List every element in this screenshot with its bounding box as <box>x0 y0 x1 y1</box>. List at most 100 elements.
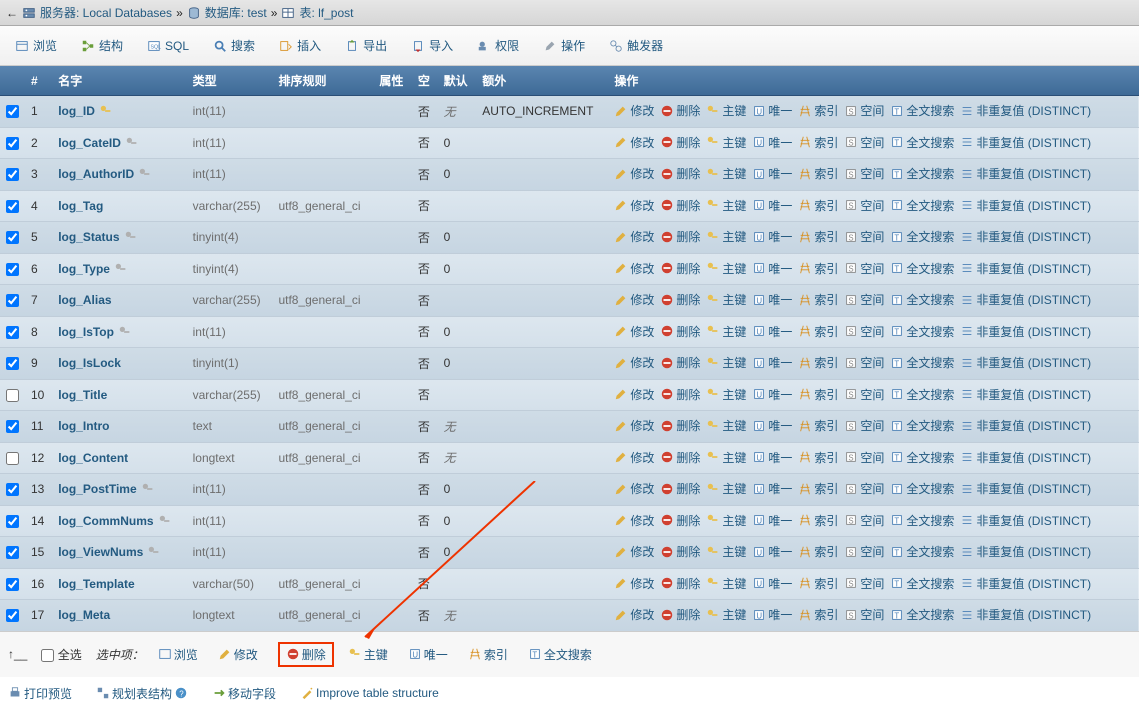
table-row[interactable]: 17log_Meta longtextutf8_general_ci否无修改删除… <box>0 600 1139 631</box>
action-unique[interactable]: U唯一 <box>752 260 792 277</box>
action-change[interactable]: 修改 <box>614 165 654 182</box>
action-drop[interactable]: 删除 <box>660 228 700 245</box>
action-spatial[interactable]: S空间 <box>844 575 884 592</box>
action-unique[interactable]: U唯一 <box>752 386 792 403</box>
normalize-link[interactable]: 规划表结构 ? <box>96 685 188 702</box>
action-spatial[interactable]: S空间 <box>844 512 884 529</box>
action-primary[interactable]: 主键 <box>706 512 746 529</box>
row-checkbox[interactable] <box>6 326 19 339</box>
action-spatial[interactable]: S空间 <box>844 323 884 340</box>
action-distinct[interactable]: 非重复值 (DISTINCT) <box>960 291 1091 308</box>
action-drop[interactable]: 删除 <box>660 260 700 277</box>
row-checkbox[interactable] <box>6 515 19 528</box>
sel-drop[interactable]: 删除 <box>286 646 326 663</box>
action-spatial[interactable]: S空间 <box>844 386 884 403</box>
action-change[interactable]: 修改 <box>614 134 654 151</box>
action-unique[interactable]: U唯一 <box>752 480 792 497</box>
action-change[interactable]: 修改 <box>614 260 654 277</box>
action-primary[interactable]: 主键 <box>706 480 746 497</box>
action-primary[interactable]: 主键 <box>706 543 746 560</box>
action-unique[interactable]: U唯一 <box>752 323 792 340</box>
row-checkbox[interactable] <box>6 294 19 307</box>
row-checkbox[interactable] <box>6 389 19 402</box>
action-index[interactable]: 索引 <box>798 228 838 245</box>
action-change[interactable]: 修改 <box>614 575 654 592</box>
action-distinct[interactable]: 非重复值 (DISTINCT) <box>960 354 1091 371</box>
row-checkbox[interactable] <box>6 231 19 244</box>
action-distinct[interactable]: 非重复值 (DISTINCT) <box>960 575 1091 592</box>
action-distinct[interactable]: 非重复值 (DISTINCT) <box>960 260 1091 277</box>
action-change[interactable]: 修改 <box>614 543 654 560</box>
col-attr[interactable]: 属性 <box>373 66 412 96</box>
action-distinct[interactable]: 非重复值 (DISTINCT) <box>960 543 1091 560</box>
action-fulltext[interactable]: T全文搜索 <box>890 386 954 403</box>
action-fulltext[interactable]: T全文搜索 <box>890 260 954 277</box>
improve-structure-link[interactable]: Improve table structure <box>300 686 439 700</box>
action-fulltext[interactable]: T全文搜索 <box>890 449 954 466</box>
column-name[interactable]: log_Meta <box>58 608 110 622</box>
action-primary[interactable]: 主键 <box>706 165 746 182</box>
action-drop[interactable]: 删除 <box>660 165 700 182</box>
action-fulltext[interactable]: T全文搜索 <box>890 354 954 371</box>
row-checkbox[interactable] <box>6 263 19 276</box>
action-drop[interactable]: 删除 <box>660 354 700 371</box>
action-distinct[interactable]: 非重复值 (DISTINCT) <box>960 480 1091 497</box>
action-drop[interactable]: 删除 <box>660 102 700 119</box>
action-fulltext[interactable]: T全文搜索 <box>890 228 954 245</box>
row-checkbox[interactable] <box>6 609 19 622</box>
row-checkbox[interactable] <box>6 357 19 370</box>
action-primary[interactable]: 主键 <box>706 386 746 403</box>
action-spatial[interactable]: S空间 <box>844 480 884 497</box>
action-primary[interactable]: 主键 <box>706 134 746 151</box>
action-index[interactable]: 索引 <box>798 197 838 214</box>
table-row[interactable]: 15log_ViewNums int(11)否0修改删除主键U唯一索引S空间T全… <box>0 537 1139 569</box>
server-link[interactable]: 服务器: Local Databases <box>40 4 172 21</box>
column-name[interactable]: log_Template <box>58 577 134 591</box>
row-checkbox[interactable] <box>6 168 19 181</box>
col-name[interactable]: 名字 <box>52 66 186 96</box>
action-fulltext[interactable]: T全文搜索 <box>890 197 954 214</box>
action-drop[interactable]: 删除 <box>660 291 700 308</box>
column-name[interactable]: log_Intro <box>58 419 109 433</box>
action-unique[interactable]: U唯一 <box>752 165 792 182</box>
tab-triggers[interactable]: 触发器 <box>598 32 674 59</box>
tab-export[interactable]: 导出 <box>334 32 398 59</box>
table-row[interactable]: 5log_Status tinyint(4)否0修改删除主键U唯一索引S空间T全… <box>0 222 1139 254</box>
action-index[interactable]: 索引 <box>798 260 838 277</box>
sel-index[interactable]: 索引 <box>468 646 508 663</box>
action-spatial[interactable]: S空间 <box>844 449 884 466</box>
action-index[interactable]: 索引 <box>798 291 838 308</box>
action-spatial[interactable]: S空间 <box>844 228 884 245</box>
row-checkbox[interactable] <box>6 137 19 150</box>
action-primary[interactable]: 主键 <box>706 102 746 119</box>
action-distinct[interactable]: 非重复值 (DISTINCT) <box>960 512 1091 529</box>
column-name[interactable]: log_PostTime <box>58 482 154 496</box>
action-index[interactable]: 索引 <box>798 480 838 497</box>
action-fulltext[interactable]: T全文搜索 <box>890 512 954 529</box>
action-drop[interactable]: 删除 <box>660 417 700 434</box>
database-link[interactable]: 数据库: test <box>205 4 267 21</box>
table-row[interactable]: 6log_Type tinyint(4)否0修改删除主键U唯一索引S空间T全文搜… <box>0 253 1139 285</box>
table-row[interactable]: 10log_Title varchar(255)utf8_general_ci否… <box>0 379 1139 411</box>
action-drop[interactable]: 删除 <box>660 386 700 403</box>
action-distinct[interactable]: 非重复值 (DISTINCT) <box>960 386 1091 403</box>
action-spatial[interactable]: S空间 <box>844 606 884 623</box>
table-link[interactable]: 表: lf_post <box>299 4 353 21</box>
column-name[interactable]: log_Alias <box>58 293 111 307</box>
action-unique[interactable]: U唯一 <box>752 417 792 434</box>
action-index[interactable]: 索引 <box>798 354 838 371</box>
action-primary[interactable]: 主键 <box>706 449 746 466</box>
action-spatial[interactable]: S空间 <box>844 260 884 277</box>
back-button[interactable]: ← <box>6 6 18 20</box>
tab-operations[interactable]: 操作 <box>532 32 596 59</box>
action-unique[interactable]: U唯一 <box>752 606 792 623</box>
action-fulltext[interactable]: T全文搜索 <box>890 165 954 182</box>
move-columns-link[interactable]: 移动字段 <box>212 685 276 702</box>
column-name[interactable]: log_Type <box>58 262 128 276</box>
action-change[interactable]: 修改 <box>614 512 654 529</box>
action-spatial[interactable]: S空间 <box>844 543 884 560</box>
action-fulltext[interactable]: T全文搜索 <box>890 575 954 592</box>
tab-structure[interactable]: 结构 <box>70 32 134 59</box>
action-unique[interactable]: U唯一 <box>752 228 792 245</box>
action-drop[interactable]: 删除 <box>660 606 700 623</box>
